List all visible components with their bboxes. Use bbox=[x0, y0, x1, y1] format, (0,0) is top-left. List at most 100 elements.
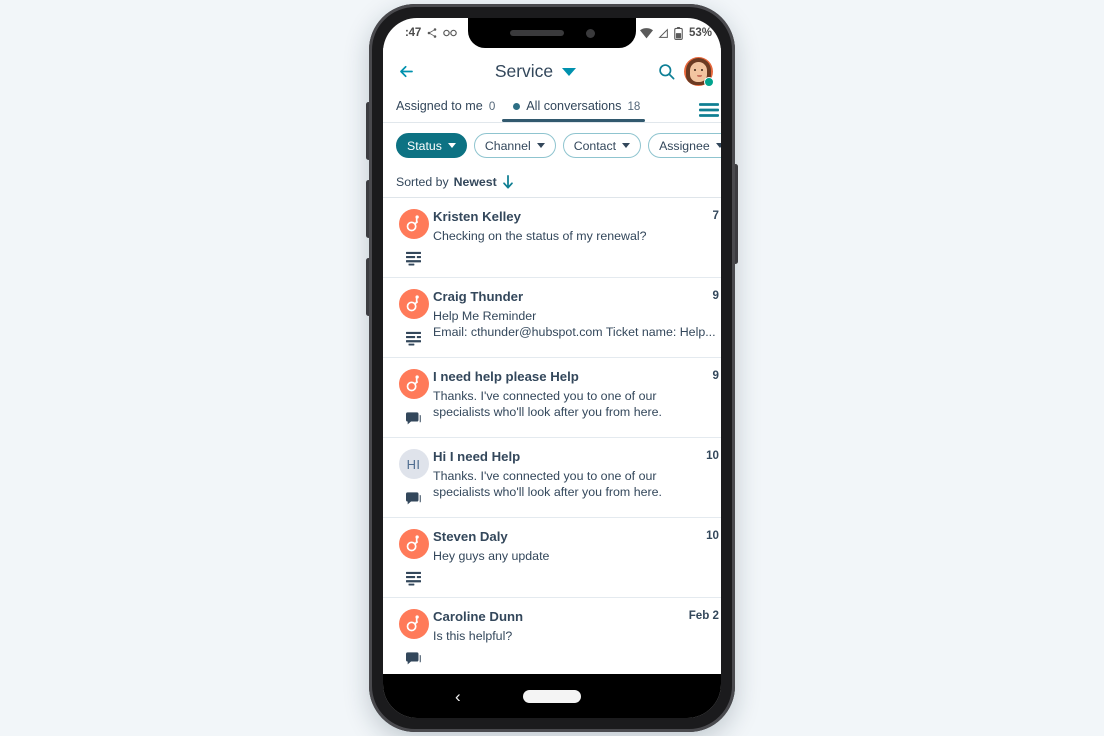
filter-chip-label: Assignee bbox=[659, 138, 710, 153]
conversation-preview-line: specialists who'll look after you from h… bbox=[433, 405, 662, 419]
chevron-down-icon bbox=[622, 143, 631, 148]
status-bar: :47 53% bbox=[383, 18, 721, 48]
conversation-preview-line: Help Me Reminder bbox=[433, 309, 537, 323]
status-bar-left: :47 bbox=[395, 27, 457, 39]
arrow-down-icon bbox=[502, 175, 514, 189]
signal-icon bbox=[658, 27, 669, 39]
list-item[interactable]: Caroline Dunn Is this helpful? Feb 2 bbox=[383, 598, 721, 674]
list-item-left bbox=[394, 529, 433, 586]
tab-assigned-to-me[interactable]: Assigned to me 0 bbox=[396, 95, 495, 122]
list-item-left bbox=[394, 289, 433, 346]
phone-button-left-3[interactable] bbox=[366, 258, 371, 316]
earpiece-speaker bbox=[509, 30, 564, 36]
conversation-timestamp: 9 bbox=[712, 369, 719, 382]
conversation-name: Steven Daly bbox=[433, 529, 508, 544]
list-item-left: HI bbox=[394, 449, 433, 506]
list-item-left bbox=[394, 609, 433, 666]
list-item[interactable]: Steven Daly Hey guys any update 10 bbox=[383, 518, 721, 598]
initials-avatar: HI bbox=[398, 449, 429, 479]
battery-icon bbox=[674, 26, 683, 40]
list-item-body: Craig Thunder Help Me Reminder Email: ct… bbox=[433, 289, 721, 346]
page-title: Service bbox=[494, 61, 554, 81]
list-item[interactable]: Kristen Kelley Checking on the status of… bbox=[383, 198, 721, 278]
list-item-left bbox=[394, 369, 433, 426]
back-arrow-icon[interactable] bbox=[393, 59, 419, 85]
status-time: :47 bbox=[405, 27, 422, 39]
tab-all-conversations[interactable]: All conversations 18 bbox=[502, 95, 646, 122]
conversation-name: I need help please Help bbox=[433, 369, 579, 384]
voicemail-icon bbox=[443, 28, 457, 38]
hubspot-sprocket-icon bbox=[398, 369, 429, 399]
phone-button-left-1[interactable] bbox=[366, 102, 371, 160]
chat-icon bbox=[406, 402, 421, 426]
conversation-timestamp: Feb 2 bbox=[688, 609, 719, 622]
android-nav-bar: ‹ bbox=[383, 674, 721, 718]
tab-label: All conversations bbox=[526, 99, 622, 113]
phone-button-left-2[interactable] bbox=[366, 180, 371, 238]
filter-chip-status[interactable]: Status bbox=[396, 133, 467, 158]
app-header: Service bbox=[383, 48, 721, 95]
conversation-name: Craig Thunder bbox=[433, 289, 524, 304]
hubspot-sprocket-icon bbox=[398, 209, 429, 239]
wifi-icon bbox=[639, 27, 653, 39]
app-container: Service Assigned to me 0 All conversatio… bbox=[383, 48, 721, 718]
home-indicator[interactable] bbox=[523, 689, 581, 703]
avatar[interactable] bbox=[684, 57, 714, 87]
list-view-icon[interactable] bbox=[699, 95, 721, 118]
list-item-body: Kristen Kelley Checking on the status of… bbox=[433, 209, 721, 266]
nav-back-icon[interactable]: ‹ bbox=[455, 688, 461, 705]
hubspot-sprocket-icon bbox=[398, 609, 429, 639]
conversation-preview-line: Thanks. I've connected you to one of our bbox=[433, 469, 657, 483]
conversation-preview-line: Hey guys any update bbox=[433, 549, 550, 563]
filter-chip-label: Channel bbox=[484, 138, 531, 153]
filter-chip-assignee[interactable]: Assignee bbox=[648, 133, 721, 158]
conversation-timestamp: 10 bbox=[706, 529, 719, 542]
conversation-name: Caroline Dunn bbox=[433, 609, 524, 624]
chevron-down-icon bbox=[715, 143, 721, 148]
form-icon bbox=[406, 561, 421, 586]
filter-chip-channel[interactable]: Channel bbox=[473, 133, 556, 158]
conversation-preview-line: specialists who'll look after you from h… bbox=[433, 485, 662, 499]
chat-icon bbox=[406, 482, 421, 506]
conversation-timestamp: 7 bbox=[712, 209, 719, 222]
sort-control[interactable]: Sorted by Newest bbox=[383, 168, 721, 198]
list-item-body: Steven Daly Hey guys any update bbox=[433, 529, 721, 586]
phone-power-button[interactable] bbox=[733, 164, 738, 264]
sort-prefix-label: Sorted by bbox=[396, 175, 449, 189]
list-item[interactable]: I need help please Help Thanks. I've con… bbox=[383, 358, 721, 438]
form-icon bbox=[406, 241, 421, 266]
chevron-down-icon bbox=[562, 67, 577, 76]
conversation-timestamp: 9 bbox=[712, 289, 719, 302]
chat-icon bbox=[406, 642, 421, 666]
hubspot-sprocket-icon bbox=[398, 289, 429, 319]
sort-value: Newest bbox=[453, 175, 497, 189]
hubspot-sprocket-icon bbox=[398, 529, 429, 559]
list-item-left bbox=[394, 209, 433, 266]
search-icon[interactable] bbox=[652, 58, 680, 86]
conversation-preview-line: Checking on the status of my renewal? bbox=[433, 229, 647, 243]
status-bar-right: 53% bbox=[639, 26, 712, 40]
list-item-body: Caroline Dunn Is this helpful? bbox=[433, 609, 721, 666]
chevron-down-icon bbox=[536, 143, 545, 148]
chevron-down-icon bbox=[447, 143, 456, 148]
phone-notch bbox=[468, 18, 636, 48]
conversation-list[interactable]: Kristen Kelley Checking on the status of… bbox=[383, 198, 721, 674]
conversation-name: Kristen Kelley bbox=[433, 209, 521, 224]
list-item-body: Hi I need Help Thanks. I've connected yo… bbox=[433, 449, 721, 506]
list-item[interactable]: HI Hi I need Help Thanks. I've connected… bbox=[383, 438, 721, 518]
conversation-preview-line: Thanks. I've connected you to one of our bbox=[433, 389, 657, 403]
front-camera bbox=[585, 28, 595, 38]
phone-frame: :47 53% Service Assigned to me 0 All con… bbox=[366, 4, 738, 732]
tab-count: 0 bbox=[488, 99, 496, 113]
unread-dot-icon bbox=[513, 102, 521, 110]
header-title-dropdown[interactable]: Service bbox=[419, 61, 652, 82]
list-item[interactable]: Craig Thunder Help Me Reminder Email: ct… bbox=[383, 278, 721, 358]
filter-chip-label: Contact bbox=[573, 138, 617, 153]
conversation-name: Hi I need Help bbox=[433, 449, 521, 464]
filter-chip-contact[interactable]: Contact bbox=[562, 133, 642, 158]
tabs-row: Assigned to me 0 All conversations 18 bbox=[383, 95, 721, 122]
filter-chip-label: Status bbox=[407, 138, 442, 153]
form-icon bbox=[406, 321, 421, 346]
tab-label: Assigned to me bbox=[396, 99, 483, 113]
filter-chips-row: Status Channel Contact Assignee bbox=[383, 123, 721, 168]
